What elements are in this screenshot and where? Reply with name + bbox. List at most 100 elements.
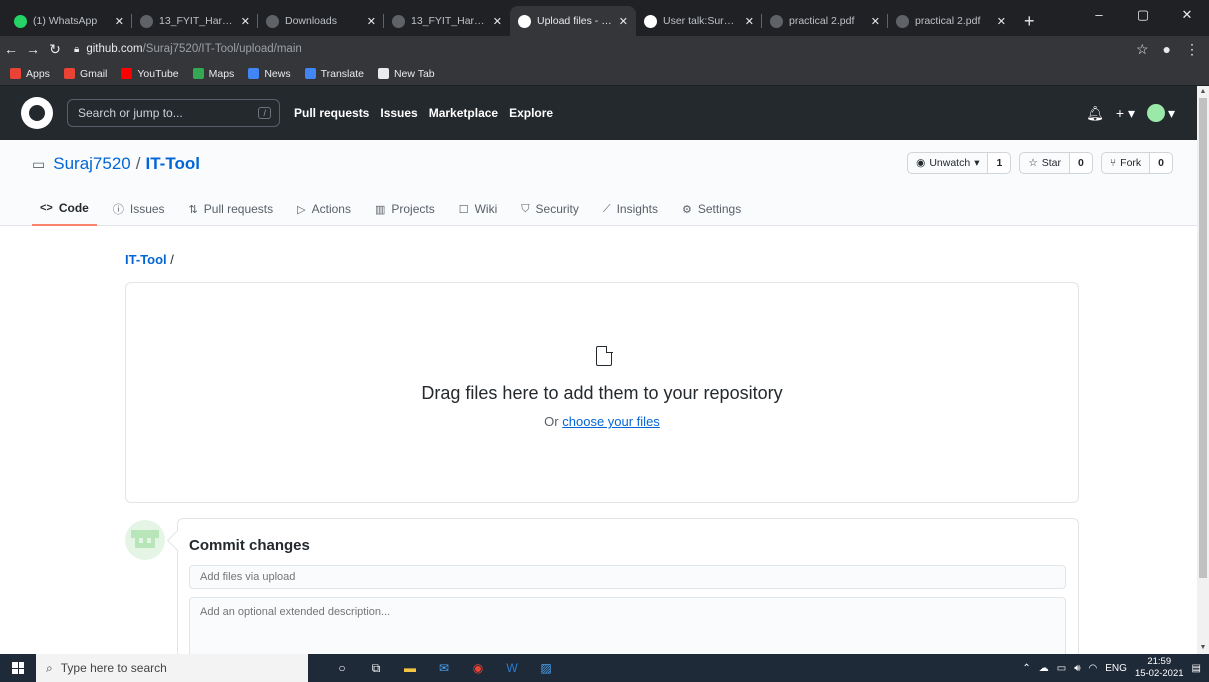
nav-marketplace[interactable]: Marketplace — [429, 106, 498, 120]
user-menu[interactable]: ▾ — [1146, 104, 1175, 122]
repo-owner-link[interactable]: Suraj7520 — [53, 154, 131, 174]
tab-projects[interactable]: ▥ Projects — [367, 192, 443, 226]
tab-close-icon[interactable]: ✕ — [745, 15, 754, 28]
fork-count[interactable]: 0 — [1149, 153, 1172, 173]
bookmark-favicon-icon — [192, 68, 204, 79]
bookmark-item[interactable]: News — [248, 68, 291, 80]
minimize-icon[interactable]: – — [1077, 0, 1121, 30]
github-logo-icon[interactable] — [21, 97, 53, 129]
tab-code[interactable]: <> Code — [32, 192, 97, 226]
bookmark-item[interactable]: Apps — [10, 68, 50, 80]
star-count[interactable]: 0 — [1069, 153, 1092, 173]
tab-actions[interactable]: ▷ Actions — [289, 192, 359, 226]
url-field[interactable]: 🔒︎ github.com/Suraj7520/IT-Tool/upload/m… — [74, 38, 1136, 60]
close-icon[interactable]: ✕ — [1165, 0, 1209, 30]
photos-icon[interactable]: ▨ — [536, 658, 556, 678]
tab-close-icon[interactable]: ✕ — [871, 15, 880, 28]
chrome-icon[interactable]: ◉ — [468, 658, 488, 678]
menu-icon[interactable]: ⋮ — [1185, 41, 1199, 58]
maximize-icon[interactable]: ▢ — [1121, 0, 1165, 30]
language-indicator[interactable]: ENG — [1105, 663, 1127, 674]
tab-favicon-icon — [392, 14, 405, 28]
bookmark-star-icon[interactable]: ☆ — [1136, 41, 1149, 58]
tab-close-icon[interactable]: ✕ — [493, 15, 502, 28]
tab-close-icon[interactable]: ✕ — [619, 15, 628, 28]
bookmark-item[interactable]: New Tab — [377, 68, 435, 80]
wifi-icon[interactable]: ◠ — [1089, 663, 1098, 674]
search-placeholder: Search or jump to... — [78, 106, 183, 120]
back-icon[interactable]: ← — [0, 41, 22, 57]
tab-close-icon[interactable]: ✕ — [997, 15, 1006, 28]
task-view-icon[interactable]: ⧉ — [366, 658, 386, 678]
onedrive-icon[interactable]: ☁ — [1039, 663, 1049, 674]
commit-summary-input[interactable] — [189, 565, 1066, 589]
volume-icon[interactable]: 🔊︎ — [1074, 663, 1080, 674]
tray-overflow-icon[interactable]: ⌃ — [1022, 663, 1030, 674]
word-icon[interactable]: W — [502, 658, 522, 678]
browser-tab[interactable]: Downloads ✕ — [258, 6, 384, 36]
bookmark-item[interactable]: Maps — [192, 67, 235, 80]
file-explorer-icon[interactable]: ▬ — [400, 658, 420, 678]
browser-tab[interactable]: Upload files - Suraj ✕ — [510, 6, 636, 36]
tab-insights[interactable]: ⟋ Insights — [595, 192, 666, 226]
tab-issues[interactable]: ⓘ Issues — [105, 192, 173, 226]
bookmark-favicon-icon — [63, 68, 75, 79]
lock-icon: 🔒︎ — [74, 43, 80, 55]
url-path: /Suraj7520/IT-Tool/upload/main — [142, 43, 302, 55]
browser-tab[interactable]: User talk:Suraj752 ✕ — [636, 6, 762, 36]
nav-pull-requests[interactable]: Pull requests — [294, 106, 369, 120]
bell-icon[interactable]: 🔔︎ — [1086, 105, 1104, 122]
tab-close-icon[interactable]: ✕ — [367, 15, 376, 28]
taskbar-search-input[interactable]: ⌕ Type here to search — [36, 654, 308, 682]
browser-tab[interactable]: 13_FYIT_Harsh Gha ✕ — [384, 6, 510, 36]
create-new-icon[interactable]: + ▾ — [1116, 105, 1135, 122]
bookmark-item[interactable]: Gmail — [63, 68, 107, 80]
scroll-down-icon[interactable]: ▼ — [1197, 642, 1209, 654]
profile-icon[interactable]: ● — [1163, 41, 1171, 57]
new-tab-button[interactable]: + — [1014, 6, 1045, 36]
tab-wiki[interactable]: ☐ Wiki — [451, 192, 506, 226]
choose-files-link[interactable]: choose your files — [562, 414, 660, 429]
commit-description-input[interactable] — [189, 597, 1066, 659]
battery-icon[interactable]: ▭ — [1057, 663, 1066, 674]
bookmark-item[interactable]: YouTube — [121, 67, 179, 80]
bookmark-label: Translate — [320, 67, 364, 80]
browser-tab[interactable]: 13_FYIT_Harsh Gha ✕ — [132, 6, 258, 36]
forward-icon[interactable]: → — [22, 41, 44, 57]
tab-close-icon[interactable]: ✕ — [241, 15, 250, 28]
tab-close-icon[interactable]: ✕ — [115, 15, 124, 28]
search-input[interactable]: Search or jump to... / — [67, 99, 280, 127]
file-drop-zone[interactable]: Drag files here to add them to your repo… — [125, 282, 1079, 503]
bookmark-label: Maps — [208, 67, 235, 80]
nav-explore[interactable]: Explore — [509, 106, 553, 120]
page-scrollbar[interactable]: ▲ ▼ — [1197, 86, 1209, 654]
scroll-up-icon[interactable]: ▲ — [1197, 86, 1209, 98]
bookmark-item[interactable]: Translate — [304, 67, 364, 80]
star-button[interactable]: ☆ Star — [1020, 153, 1069, 173]
breadcrumb-repo-link[interactable]: IT-Tool — [125, 252, 167, 267]
avatar — [1146, 104, 1165, 122]
cortana-icon[interactable]: ○ — [332, 658, 352, 678]
nav-issues[interactable]: Issues — [380, 106, 417, 120]
file-icon — [596, 345, 613, 366]
reload-icon[interactable]: ↻ — [44, 41, 66, 58]
tab-pull-requests[interactable]: ⇅ Pull requests — [181, 192, 282, 226]
tab-security[interactable]: ⛉ Security — [513, 192, 587, 226]
browser-tab[interactable]: (1) WhatsApp ✕ — [6, 6, 132, 36]
play-icon: ▷ — [297, 203, 306, 216]
repo-icon: ▭ — [32, 155, 46, 172]
unwatch-button[interactable]: ◉ Unwatch ▾ — [908, 153, 987, 173]
bookmark-label: YouTube — [137, 67, 179, 80]
mail-icon[interactable]: ✉ — [434, 658, 454, 678]
notifications-icon[interactable]: ▤ — [1192, 663, 1201, 674]
browser-tab[interactable]: practical 2.pdf ✕ — [888, 6, 1014, 36]
repo-name-link[interactable]: IT-Tool — [145, 154, 199, 174]
commit-avatar — [125, 520, 165, 560]
tab-settings[interactable]: ⚙ Settings — [674, 192, 749, 226]
fork-button[interactable]: ⑂ Fork — [1102, 153, 1149, 173]
scrollbar-thumb[interactable] — [1199, 98, 1207, 578]
browser-tab[interactable]: practical 2.pdf ✕ — [762, 6, 888, 36]
clock[interactable]: 21:59 15-02-2021 — [1135, 656, 1184, 680]
watch-count[interactable]: 1 — [987, 153, 1011, 173]
start-button[interactable] — [0, 654, 36, 682]
